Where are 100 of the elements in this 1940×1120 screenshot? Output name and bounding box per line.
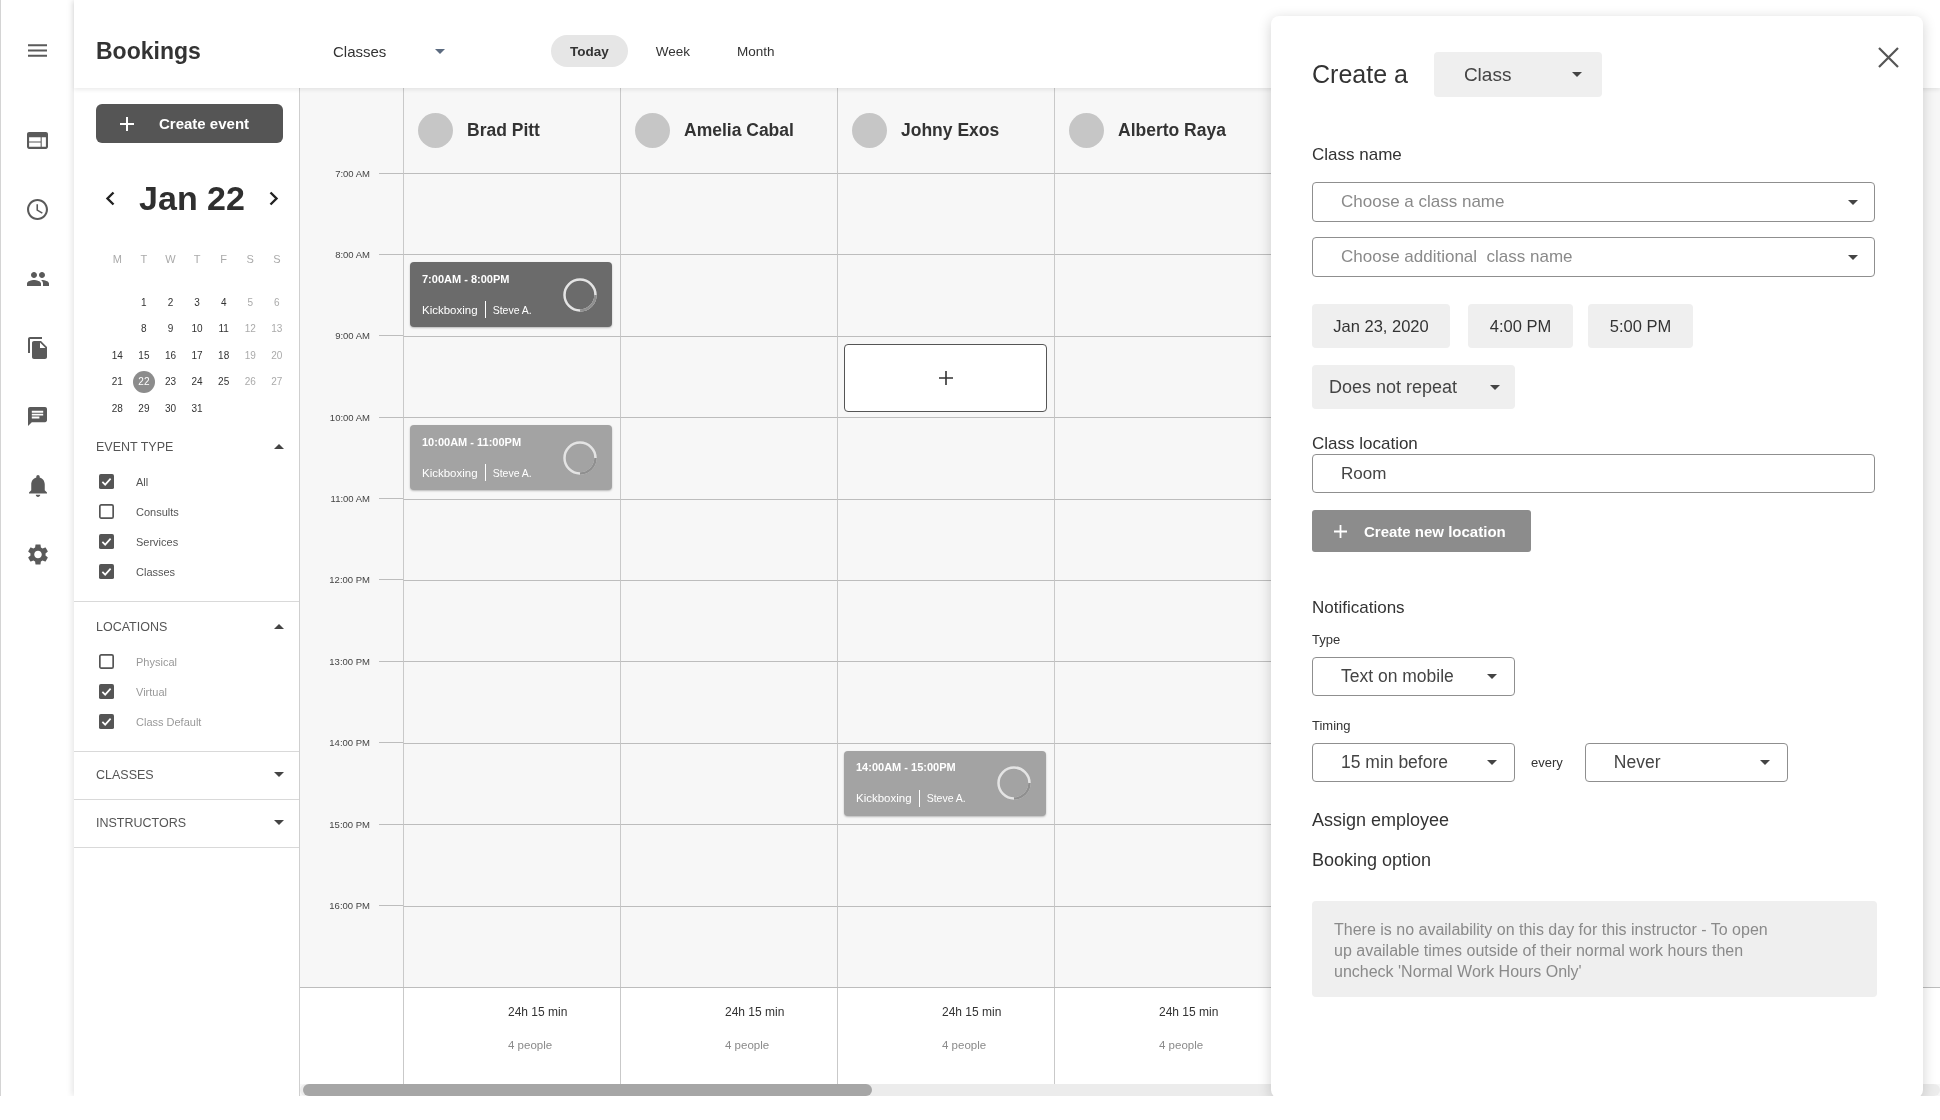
repeat-dropdown[interactable]: Does not repeat — [1312, 365, 1515, 409]
people-count: 4 people — [725, 1037, 770, 1053]
calendar-day[interactable]: 4 — [212, 291, 235, 314]
weekday-label: T — [139, 252, 149, 267]
calendar-day[interactable]: 29 — [132, 397, 155, 420]
view-tab[interactable]: Month — [718, 35, 794, 67]
add-slot-button[interactable] — [844, 343, 1047, 412]
caret-down-icon — [1759, 760, 1770, 765]
chevron-left-icon[interactable] — [105, 190, 115, 206]
event-instructor: Steve A. — [492, 303, 532, 316]
calendar-day[interactable]: 21 — [106, 370, 129, 393]
location-field[interactable]: Room — [1312, 454, 1875, 493]
bell-icon[interactable] — [28, 474, 47, 497]
calendar-day[interactable]: 15 — [132, 344, 155, 367]
calendar-day[interactable]: 30 — [159, 397, 182, 420]
time-slot[interactable] — [837, 335, 1054, 418]
event-card[interactable]: 7:00AM - 8:00PM Kickboxing Steve A. — [410, 262, 612, 328]
calendar-day[interactable]: 8 — [132, 317, 155, 340]
weekday-label: W — [164, 252, 177, 267]
filter-section-header[interactable]: CLASSES — [74, 766, 299, 783]
caret-down-icon — [1487, 760, 1497, 765]
documents-icon[interactable] — [28, 336, 47, 359]
calendar-day[interactable]: 31 — [186, 397, 209, 420]
instructor-name: Amelia Cabal — [684, 120, 794, 141]
class-name-dropdown[interactable]: Choose a class name — [1312, 182, 1875, 222]
layout-icon[interactable] — [27, 132, 48, 149]
close-icon[interactable] — [1878, 47, 1899, 68]
checkbox[interactable] — [99, 564, 114, 579]
filter-section-header[interactable]: EVENT TYPE — [74, 438, 299, 455]
hour-label: 10:00 AM — [328, 411, 370, 423]
calendar-day[interactable]: 16 — [159, 344, 182, 367]
people-count: 4 people — [942, 1037, 987, 1053]
view-tab[interactable]: Week — [636, 35, 710, 67]
calendar-day[interactable]: 24 — [186, 370, 209, 393]
people-count: 4 people — [508, 1037, 553, 1053]
scrollbar-thumb[interactable] — [303, 1084, 872, 1096]
total-duration: 24h 15 min — [508, 1003, 568, 1020]
event-type-dropdown[interactable]: Class — [1433, 52, 1602, 97]
event-time: 14:00AM - 15:00PM — [856, 760, 957, 775]
calendar-day[interactable]: 28 — [106, 397, 129, 420]
settings-icon[interactable] — [27, 544, 48, 565]
filter-section-header[interactable]: LOCATIONS — [74, 618, 299, 635]
calendar-day[interactable]: 9 — [159, 317, 182, 340]
checkbox[interactable] — [99, 504, 114, 519]
calendar-day[interactable]: 3 — [186, 291, 209, 314]
weekday-label: S — [272, 252, 282, 267]
calendar-day[interactable]: 14 — [106, 344, 129, 367]
filter-option-label[interactable]: All — [136, 475, 149, 488]
calendar-day[interactable]: 2 — [159, 291, 182, 314]
availability-notice: There is no availability on this day for this instructor - To open up available times outside of their normal work hours then uncheck 'Normal Work Hours Only' — [1312, 901, 1877, 997]
start-time-button[interactable]: 4:00 PM — [1468, 304, 1573, 348]
create-event-button[interactable]: Create event — [96, 104, 283, 143]
calendar-day[interactable]: 17 — [186, 344, 209, 367]
end-time-button[interactable]: 5:00 PM — [1588, 304, 1693, 348]
calendar-day[interactable]: 11 — [212, 317, 235, 340]
filter-option-label[interactable]: Consults — [136, 505, 179, 518]
hour-label: 13:00 PM — [328, 655, 370, 667]
filter-option-label[interactable]: Services — [136, 535, 179, 548]
checkbox[interactable] — [99, 474, 114, 489]
total-duration: 24h 15 min — [942, 1003, 1002, 1020]
time-slot[interactable]: 7:00AM - 8:00PM Kickboxing Steve A. — [403, 254, 620, 336]
menu-icon[interactable] — [28, 43, 47, 57]
frequency-dropdown[interactable]: Never — [1584, 743, 1788, 782]
weekday-label: T — [192, 252, 202, 267]
calendar-day[interactable]: 23 — [159, 370, 182, 393]
filter-section-header[interactable]: INSTRUCTORS — [74, 814, 299, 831]
calendar-day[interactable]: 10 — [186, 317, 209, 340]
caret-down-icon — [1848, 200, 1858, 205]
hour-label: 7:00 AM — [334, 167, 370, 179]
weekday-label: F — [219, 252, 229, 267]
timing-dropdown[interactable]: 15 min before — [1312, 743, 1515, 782]
people-icon[interactable] — [26, 271, 49, 286]
calendar-day[interactable]: 25 — [212, 370, 235, 393]
view-tab[interactable]: Today — [551, 35, 628, 67]
caret-down-icon — [1490, 384, 1500, 390]
weekday-label: S — [245, 252, 255, 267]
filter-option-label[interactable]: Classes — [136, 565, 176, 578]
section-label: Notifications — [1312, 598, 1405, 618]
date-title: Jan 22 — [139, 178, 245, 218]
event-instructor: Steve A. — [926, 792, 966, 805]
instructor-name: Alberto Raya — [1118, 120, 1226, 141]
class-name-dropdown[interactable]: Choose additional class name — [1312, 237, 1875, 277]
calendar-day[interactable]: 1 — [132, 291, 155, 314]
caret-down-icon — [1487, 674, 1497, 679]
field-label: Class name — [1312, 145, 1402, 165]
chat-icon[interactable] — [28, 407, 47, 426]
event-time: 7:00AM - 8:00PM — [422, 271, 511, 286]
calendar-day[interactable]: 18 — [212, 344, 235, 367]
classes-dropdown[interactable]: Classes — [333, 42, 445, 60]
event-class-name: Kickboxing — [422, 466, 478, 479]
plus-icon — [1334, 524, 1347, 538]
notification-type-dropdown[interactable]: Text on mobile — [1312, 657, 1515, 696]
checkbox[interactable] — [99, 534, 114, 549]
date-button[interactable]: Jan 23, 2020 — [1312, 304, 1450, 348]
avatar-icon — [418, 113, 453, 148]
chevron-right-icon[interactable] — [269, 190, 279, 206]
hour-label: 14:00 PM — [328, 737, 370, 749]
section-label: Booking option — [1312, 849, 1432, 871]
clock-icon[interactable] — [27, 199, 48, 220]
instructor-name: Johny Exos — [901, 120, 1000, 141]
